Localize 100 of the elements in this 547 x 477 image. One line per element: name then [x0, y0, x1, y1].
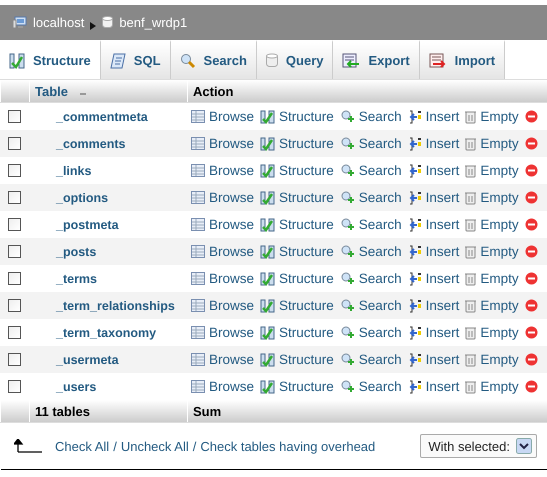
with-selected-dropdown[interactable]: With selected:: [420, 434, 537, 458]
action-link[interactable]: Browse: [191, 244, 254, 259]
action-link[interactable]: Search: [340, 244, 402, 259]
action-link[interactable]: Empty: [465, 271, 519, 286]
tab[interactable]: SQL: [100, 40, 171, 79]
action-link[interactable]: Browse: [191, 298, 254, 313]
action-link[interactable]: Structure: [260, 352, 334, 367]
table-name-link[interactable]: _usermeta: [56, 352, 119, 366]
action-link[interactable]: Structure: [260, 190, 334, 205]
action-link[interactable]: Insert: [408, 244, 460, 259]
table-name-link[interactable]: _term_taxonomy: [56, 326, 156, 340]
action-link[interactable]: Search: [340, 271, 402, 286]
action-link[interactable]: Browse: [191, 109, 254, 124]
table-name-link[interactable]: _postmeta: [56, 218, 119, 232]
action-link[interactable]: Browse: [191, 217, 254, 232]
tab[interactable]: Search: [170, 40, 257, 79]
action-link[interactable]: Structure: [260, 109, 334, 124]
drop-icon[interactable]: [524, 164, 538, 177]
checkbox[interactable]: [8, 164, 20, 177]
action-link[interactable]: Insert: [408, 109, 460, 124]
table-name-link[interactable]: _links: [56, 164, 92, 178]
action-link[interactable]: Structure: [260, 136, 334, 151]
drop-icon[interactable]: [524, 137, 538, 150]
table-name-link[interactable]: _options: [56, 190, 108, 204]
drop-icon[interactable]: [524, 218, 538, 231]
action-link[interactable]: Browse: [191, 190, 254, 205]
action-link[interactable]: Browse: [191, 163, 254, 178]
action-link[interactable]: Search: [340, 352, 402, 367]
table-name-link[interactable]: _comments: [56, 136, 126, 150]
checkbox[interactable]: [8, 218, 20, 231]
action-link[interactable]: Structure: [260, 325, 334, 340]
bulk-link[interactable]: Check All: [55, 438, 110, 454]
table-name-link[interactable]: _terms: [56, 272, 97, 286]
server-link[interactable]: localhost: [33, 15, 84, 30]
action-link[interactable]: Empty: [465, 352, 519, 367]
action-link[interactable]: Structure: [260, 163, 334, 178]
action-link[interactable]: Structure: [260, 379, 334, 394]
table-name-link[interactable]: _commentmeta: [56, 110, 148, 124]
drop-icon[interactable]: [524, 353, 538, 366]
table-name-link[interactable]: _term_relationships: [56, 298, 175, 312]
action-link[interactable]: Insert: [408, 298, 460, 313]
action-link[interactable]: Search: [340, 217, 402, 232]
action-link[interactable]: Browse: [191, 271, 254, 286]
action-link[interactable]: Structure: [260, 298, 334, 313]
action-link[interactable]: Search: [340, 163, 402, 178]
tab[interactable]: Import: [420, 40, 506, 79]
action-link[interactable]: Empty: [465, 136, 519, 151]
action-link[interactable]: Browse: [191, 136, 254, 151]
tab[interactable]: Export: [333, 40, 420, 79]
drop-icon[interactable]: [524, 191, 538, 204]
drop-icon[interactable]: [524, 110, 538, 123]
action-link[interactable]: Empty: [465, 298, 519, 313]
action-link[interactable]: Search: [340, 325, 402, 340]
database-link[interactable]: benf_wrdp1: [119, 15, 188, 30]
table-name-link[interactable]: _posts: [56, 244, 96, 258]
checkbox[interactable]: [8, 353, 20, 366]
action-link[interactable]: Browse: [191, 379, 254, 394]
action-link[interactable]: Search: [340, 379, 402, 394]
action-link[interactable]: Browse: [191, 352, 254, 367]
tab[interactable]: Query: [256, 40, 334, 79]
action-link[interactable]: Empty: [465, 379, 519, 394]
action-link[interactable]: Empty: [465, 217, 519, 232]
drop-icon[interactable]: [524, 380, 538, 393]
checkbox[interactable]: [8, 191, 20, 204]
column-header[interactable]: Table: [35, 84, 68, 98]
action-link[interactable]: Search: [340, 109, 402, 124]
drop-icon[interactable]: [524, 272, 538, 285]
checkbox[interactable]: [8, 299, 20, 312]
action-link[interactable]: Insert: [408, 136, 460, 151]
action-link[interactable]: Insert: [408, 379, 460, 394]
action-link[interactable]: Insert: [408, 271, 460, 286]
action-link[interactable]: Structure: [260, 217, 334, 232]
action-link[interactable]: Empty: [465, 109, 519, 124]
action-link[interactable]: Insert: [408, 217, 460, 232]
action-link[interactable]: Search: [340, 298, 402, 313]
action-link[interactable]: Search: [340, 136, 402, 151]
bulk-link[interactable]: Uncheck All: [120, 438, 189, 454]
drop-icon[interactable]: [524, 299, 538, 312]
checkbox[interactable]: [8, 380, 20, 393]
action-link[interactable]: Insert: [408, 163, 460, 178]
checkbox[interactable]: [8, 245, 20, 258]
action-link[interactable]: Insert: [408, 325, 460, 340]
table-name-link[interactable]: _users: [56, 380, 96, 394]
action-link[interactable]: Structure: [260, 244, 334, 259]
checkbox[interactable]: [8, 326, 20, 339]
action-link[interactable]: Insert: [408, 190, 460, 205]
action-link[interactable]: Search: [340, 190, 402, 205]
action-link[interactable]: Structure: [260, 271, 334, 286]
bulk-link[interactable]: Check tables having overhead: [200, 438, 376, 454]
action-link[interactable]: Empty: [465, 244, 519, 259]
drop-icon[interactable]: [524, 326, 538, 339]
drop-icon[interactable]: [524, 245, 538, 258]
checkbox[interactable]: [8, 272, 20, 285]
action-link[interactable]: Empty: [465, 190, 519, 205]
action-link[interactable]: Empty: [465, 325, 519, 340]
checkbox[interactable]: [8, 110, 20, 123]
action-link[interactable]: Browse: [191, 325, 254, 340]
action-link[interactable]: Insert: [408, 352, 460, 367]
action-link[interactable]: Empty: [465, 163, 519, 178]
checkbox[interactable]: [8, 137, 20, 150]
